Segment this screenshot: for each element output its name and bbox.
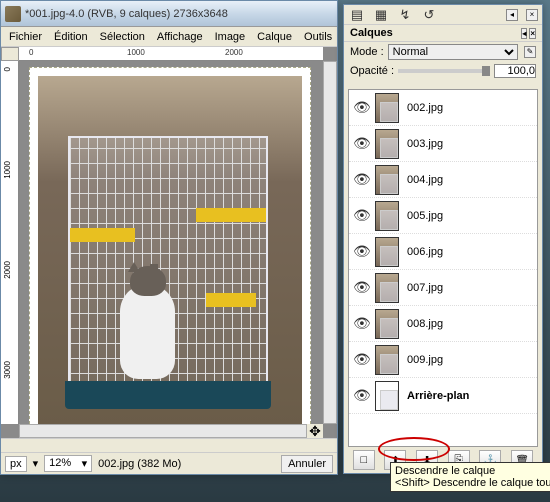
chevron-down-icon[interactable]: ▾ [33,457,39,470]
titlebar[interactable]: *001.jpg-4.0 (RVB, 9 calques) 2736x3648 [1,1,337,27]
vertical-scrollbar[interactable] [323,61,337,424]
layer-name[interactable]: 002.jpg [407,102,533,114]
mode-select[interactable]: Normal [388,44,518,60]
image-window: *001.jpg-4.0 (RVB, 9 calques) 2736x3648 … [0,0,338,475]
window-title: *001.jpg-4.0 (RVB, 9 calques) 2736x3648 [25,8,333,20]
eye-icon[interactable]: 👁 [353,135,367,152]
ruler-mark: 2000 [3,261,12,279]
zoom-field[interactable]: 12%▾ [44,455,92,472]
mode-label: Mode : [350,46,384,58]
panel-title: Calques [350,27,393,39]
cage-illustration [68,136,268,406]
layer-item[interactable]: 👁 002.jpg [349,90,537,126]
ruler-mark: 1000 [3,161,12,179]
undo-tab-icon[interactable]: ↺ [420,7,438,23]
layer-name[interactable]: Arrière-plan [407,390,533,402]
eye-icon[interactable]: 👁 [353,351,367,368]
menu-edit[interactable]: Édition [48,29,94,45]
panel-title-row: Calques ◂× [344,25,542,42]
menu-select[interactable]: Sélection [94,29,151,45]
ruler-mark: 0 [3,67,12,71]
layer-item[interactable]: 👁 009.jpg [349,342,537,378]
layer-thumbnail [375,129,399,159]
image-content [38,76,302,430]
status-bar: px ▾ 12%▾ 002.jpg (382 Mo) Annuler [1,452,337,474]
navigate-icon[interactable]: ✥ [307,424,323,438]
eye-icon[interactable]: 👁 [353,279,367,296]
menu-image[interactable]: Image [209,29,252,45]
layer-thumbnail [375,345,399,375]
layers-tab-icon[interactable]: ▤ [348,7,366,23]
layer-item[interactable]: 👁 006.jpg [349,234,537,270]
layers-dialog: ▤ ▦ ↯ ↺ ◂ × Calques ◂× Mode : Normal ✎ O… [343,4,543,474]
tooltip-line: <Shift> Descendre le calque tout en bas [395,477,550,489]
eye-icon[interactable]: 👁 [353,315,367,332]
cancel-button[interactable]: Annuler [281,455,333,473]
eye-icon[interactable]: 👁 [353,243,367,260]
layer-thumbnail [375,381,399,411]
eye-icon[interactable]: 👁 [353,171,367,188]
mode-row: Mode : Normal ✎ [344,42,542,62]
ruler-mark: 1000 [127,48,145,57]
opacity-input[interactable] [494,64,536,78]
layer-item[interactable]: 👁 005.jpg [349,198,537,234]
canvas[interactable] [29,67,311,438]
chevron-down-icon: ▾ [82,457,88,470]
layer-item[interactable]: 👁 008.jpg [349,306,537,342]
lock-icon[interactable]: ✎ [524,46,536,58]
menu-icon[interactable]: ◂ [521,28,527,39]
paths-tab-icon[interactable]: ↯ [396,7,414,23]
menu-icon[interactable]: ◂ [506,9,518,21]
opacity-row: Opacité : [344,62,542,80]
layer-item-background[interactable]: 👁 Arrière-plan [349,378,537,414]
channels-tab-icon[interactable]: ▦ [372,7,390,23]
tooltip-line: Descendre le calque [395,465,550,477]
canvas-area: 0 1000 2000 0 1000 2000 3000 ✥ [1,47,337,438]
eye-icon[interactable]: 👁 [353,207,367,224]
layer-name[interactable]: 003.jpg [407,138,533,150]
opacity-label: Opacité : [350,65,394,77]
layer-name[interactable]: 005.jpg [407,210,533,222]
menu-tools[interactable]: Outils [298,29,338,45]
menu-view[interactable]: Affichage [151,29,209,45]
horizontal-scrollbar[interactable] [19,424,307,438]
layer-name[interactable]: 006.jpg [407,246,533,258]
layer-thumbnail [375,273,399,303]
menu-layer[interactable]: Calque [251,29,298,45]
layer-thumbnail [375,237,399,267]
dialog-tabs: ▤ ▦ ↯ ↺ ◂ × [344,5,542,25]
menu-file[interactable]: Fichier [3,29,48,45]
layer-name[interactable]: 008.jpg [407,318,533,330]
layer-item[interactable]: 👁 007.jpg [349,270,537,306]
new-layer-button[interactable]: □ [353,450,375,470]
layer-list: 👁 002.jpg 👁 003.jpg 👁 004.jpg 👁 005.jpg 👁 006… [348,89,538,447]
ruler-mark: 2000 [225,48,243,57]
close-icon[interactable]: × [526,9,538,21]
app-icon [5,6,21,22]
eye-icon[interactable]: 👁 [353,387,367,404]
unit-selector[interactable]: px [5,456,27,472]
eye-icon[interactable]: 👁 [353,99,367,116]
ruler-mark: 3000 [3,361,12,379]
close-icon[interactable]: × [529,28,536,39]
layer-name[interactable]: 009.jpg [407,354,533,366]
ruler-vertical[interactable]: 0 1000 2000 3000 [1,61,19,424]
menu-bar: Fichier Édition Sélection Affichage Imag… [1,27,337,47]
status-separator [1,438,337,452]
layer-thumbnail [375,309,399,339]
layer-thumbnail [375,93,399,123]
opacity-slider[interactable] [398,69,490,73]
tooltip: Descendre le calque <Shift> Descendre le… [390,462,550,492]
layer-item[interactable]: 👁 003.jpg [349,126,537,162]
layer-name[interactable]: 004.jpg [407,174,533,186]
layer-thumbnail [375,201,399,231]
layer-item[interactable]: 👁 004.jpg [349,162,537,198]
layer-thumbnail [375,165,399,195]
status-info: 002.jpg (382 Mo) [98,458,275,470]
ruler-corner[interactable] [1,47,19,61]
ruler-mark: 0 [29,48,33,57]
ruler-horizontal[interactable]: 0 1000 2000 [19,47,323,61]
layer-name[interactable]: 007.jpg [407,282,533,294]
